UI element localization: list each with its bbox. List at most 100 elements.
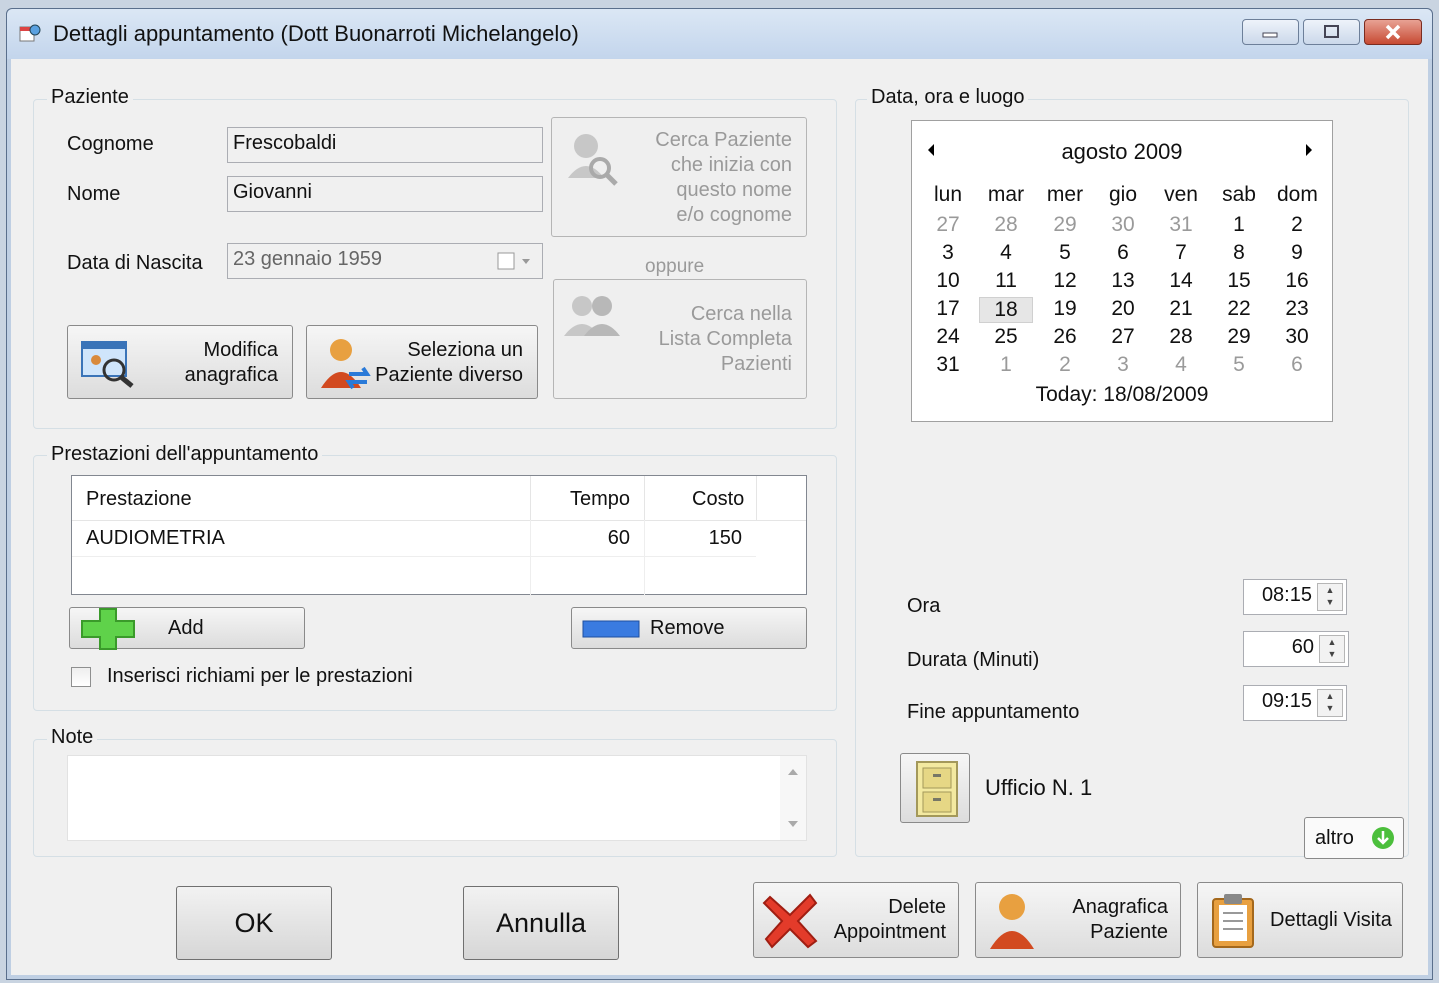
calendar-day[interactable]: 2 bbox=[1045, 353, 1085, 377]
anagrafica-paziente-button[interactable]: Anagrafica Paziente bbox=[975, 882, 1181, 958]
remove-label: Remove bbox=[650, 617, 725, 639]
altro-button[interactable]: altro bbox=[1304, 817, 1404, 859]
calendar-day[interactable]: 27 bbox=[928, 213, 968, 237]
modifica-anagrafica-button[interactable]: Modifica anagrafica bbox=[67, 325, 293, 399]
fine-spin-arrows[interactable]: ▲ ▼ bbox=[1317, 689, 1343, 717]
calendar-day[interactable]: 3 bbox=[1103, 353, 1143, 377]
nascita-value: 23 gennaio 1959 bbox=[233, 248, 383, 270]
calendar-day[interactable]: 11 bbox=[986, 269, 1026, 293]
calendar-day[interactable]: 12 bbox=[1045, 269, 1085, 293]
cerca-lista-pazienti-button[interactable]: Cerca nella Lista Completa Pazienti bbox=[553, 279, 807, 399]
calendar-day[interactable]: 22 bbox=[1219, 297, 1259, 321]
close-button[interactable] bbox=[1364, 19, 1422, 45]
minimize-icon bbox=[1262, 32, 1278, 38]
calendar-day-selected[interactable]: 18 bbox=[979, 297, 1033, 323]
note-textarea[interactable] bbox=[67, 755, 807, 841]
calendar-day[interactable]: 8 bbox=[1219, 241, 1259, 265]
column-header-prestazione[interactable]: Prestazione bbox=[86, 488, 192, 511]
column-header-tempo[interactable]: Tempo bbox=[570, 488, 630, 511]
weekday-header: sab bbox=[1222, 183, 1256, 206]
calendar-day[interactable]: 13 bbox=[1103, 269, 1143, 293]
minimize-button[interactable] bbox=[1242, 19, 1299, 45]
cell-prestazione: AUDIOMETRIA bbox=[86, 527, 225, 549]
calendar-day[interactable]: 24 bbox=[928, 325, 968, 349]
richiami-checkbox[interactable] bbox=[71, 667, 91, 687]
table-row[interactable]: AUDIOMETRIA 60 150 bbox=[72, 520, 756, 596]
client-area: Paziente Cognome Frescobaldi Nome Giovan… bbox=[11, 59, 1428, 975]
calendar-day[interactable]: 28 bbox=[986, 213, 1026, 237]
calendar-day[interactable]: 21 bbox=[1161, 297, 1201, 321]
ufficio-button[interactable] bbox=[900, 753, 970, 823]
fine-spinner[interactable]: 09:15 ▲ ▼ bbox=[1243, 685, 1347, 721]
durata-spinner[interactable]: 60 ▲ ▼ bbox=[1243, 631, 1349, 667]
ora-spin-arrows[interactable]: ▲ ▼ bbox=[1317, 583, 1343, 611]
calendar-day[interactable]: 29 bbox=[1045, 213, 1085, 237]
cerca-nome-line4: e/o cognome bbox=[676, 204, 792, 226]
cognome-field[interactable]: Frescobaldi bbox=[227, 127, 543, 163]
calendar-today-label[interactable]: Today: 18/08/2009 bbox=[912, 383, 1332, 407]
seleziona-paziente-button[interactable]: Seleziona un Paziente diverso bbox=[306, 325, 538, 399]
durata-spin-arrows[interactable]: ▲ ▼ bbox=[1319, 635, 1345, 663]
calendar-month-label[interactable]: agosto 2009 bbox=[912, 139, 1332, 165]
calendar-day[interactable]: 4 bbox=[1161, 353, 1201, 377]
calendar-day[interactable]: 30 bbox=[1103, 213, 1143, 237]
calendar-dropdown-icon[interactable] bbox=[496, 250, 536, 272]
durata-label: Durata (Minuti) bbox=[907, 649, 1040, 671]
calendar-day[interactable]: 23 bbox=[1277, 297, 1317, 321]
column-header-costo[interactable]: Costo bbox=[692, 488, 744, 511]
calendar-day[interactable]: 26 bbox=[1045, 325, 1085, 349]
nome-field[interactable]: Giovanni bbox=[227, 176, 543, 212]
seleziona-line2: Paziente diverso bbox=[375, 364, 523, 386]
note-scrollbar[interactable] bbox=[780, 756, 806, 840]
prestazioni-table[interactable]: Prestazione Tempo Costo AUDIOMETRIA 60 1… bbox=[71, 475, 807, 596]
scroll-up-icon[interactable] bbox=[787, 768, 799, 776]
scroll-down-icon[interactable] bbox=[787, 820, 799, 828]
add-label: Add bbox=[168, 617, 204, 639]
calendar-day[interactable]: 9 bbox=[1277, 241, 1317, 265]
cell-tempo: 60 bbox=[607, 527, 630, 549]
calendar-day[interactable]: 10 bbox=[928, 269, 968, 293]
calendar-day[interactable]: 19 bbox=[1045, 297, 1085, 321]
modifica-line1: Modifica bbox=[203, 339, 278, 361]
calendar-day[interactable]: 29 bbox=[1219, 325, 1259, 349]
calendar-day[interactable]: 17 bbox=[928, 297, 968, 321]
calendar-day[interactable]: 4 bbox=[986, 241, 1026, 265]
calendar-day[interactable]: 1 bbox=[1219, 213, 1259, 237]
ora-spinner[interactable]: 08:15 ▲ ▼ bbox=[1243, 579, 1347, 615]
calendar-day[interactable]: 30 bbox=[1277, 325, 1317, 349]
ok-button[interactable]: OK bbox=[176, 886, 332, 960]
month-calendar[interactable]: agosto 2009 lun mar mer gio ven sab dom 27 28 29 3… bbox=[911, 120, 1333, 422]
calendar-day[interactable]: 1 bbox=[986, 353, 1026, 377]
calendar-day[interactable]: 3 bbox=[928, 241, 968, 265]
calendar-day[interactable]: 28 bbox=[1161, 325, 1201, 349]
nascita-datepicker[interactable]: 23 gennaio 1959 bbox=[227, 243, 543, 279]
calendar-day[interactable]: 27 bbox=[1103, 325, 1143, 349]
delete-line2: Appointment bbox=[833, 921, 946, 943]
patient-person-icon bbox=[990, 894, 1034, 949]
calendar-day[interactable]: 14 bbox=[1161, 269, 1201, 293]
calendar-day[interactable]: 5 bbox=[1219, 353, 1259, 377]
dettagli-visita-button[interactable]: Dettagli Visita bbox=[1197, 882, 1403, 958]
calendar-day[interactable]: 6 bbox=[1277, 353, 1317, 377]
calendar-day[interactable]: 7 bbox=[1161, 241, 1201, 265]
delete-appointment-button[interactable]: Delete Appointment bbox=[753, 882, 959, 958]
anagrafica-line1: Anagrafica bbox=[1072, 896, 1168, 918]
calendar-day[interactable]: 31 bbox=[1161, 213, 1201, 237]
add-button[interactable]: Add bbox=[69, 607, 305, 650]
title-bar[interactable]: Dettagli appuntamento (Dott Buonarroti M… bbox=[7, 9, 1432, 59]
calendar-day[interactable]: 6 bbox=[1103, 241, 1143, 265]
calendar-day[interactable]: 20 bbox=[1103, 297, 1143, 321]
next-month-icon[interactable] bbox=[1304, 143, 1314, 157]
calendar-day[interactable]: 25 bbox=[986, 325, 1026, 349]
calendar-day[interactable]: 2 bbox=[1277, 213, 1317, 237]
clipboard-icon bbox=[1212, 894, 1254, 948]
maximize-button[interactable] bbox=[1303, 19, 1360, 45]
cell-costo: 150 bbox=[708, 527, 742, 549]
cerca-paziente-nome-button[interactable]: Cerca Paziente che inizia con questo nom… bbox=[551, 117, 807, 237]
calendar-day[interactable]: 5 bbox=[1045, 241, 1085, 265]
calendar-day[interactable]: 16 bbox=[1277, 269, 1317, 293]
calendar-day[interactable]: 15 bbox=[1219, 269, 1259, 293]
annulla-button[interactable]: Annulla bbox=[463, 886, 619, 960]
remove-button[interactable]: Remove bbox=[571, 607, 807, 649]
calendar-day[interactable]: 31 bbox=[928, 353, 968, 377]
